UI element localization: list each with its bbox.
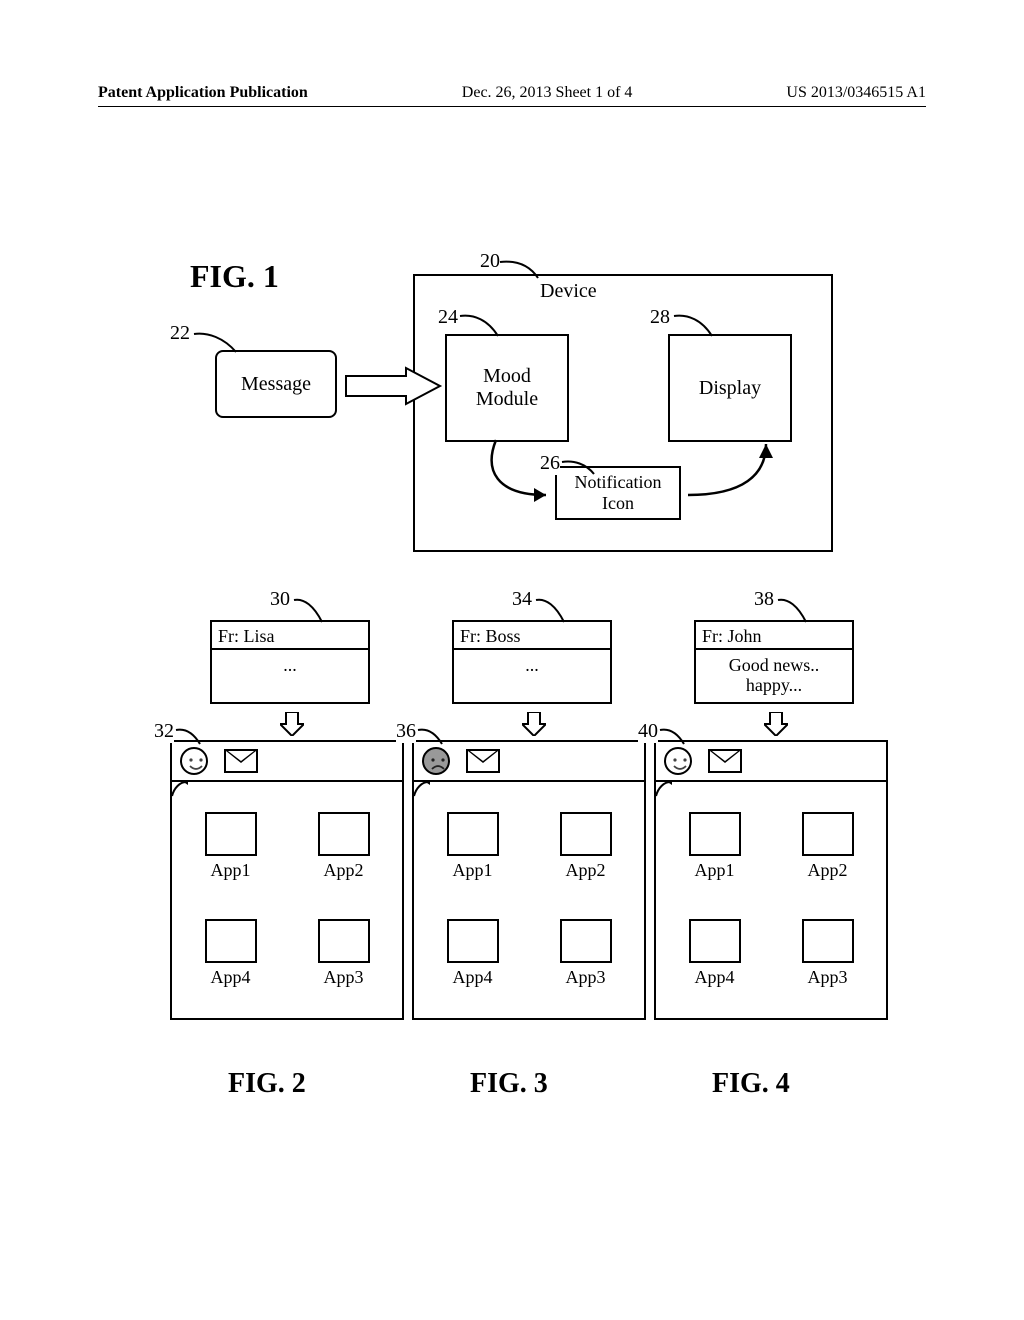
app-label: App4 (695, 967, 735, 987)
app-label: App2 (566, 860, 606, 880)
status-bar (172, 742, 402, 782)
app-label: App1 (211, 860, 251, 880)
app-icon: App2 (549, 812, 622, 911)
fig4-message-from: Fr: John (696, 622, 852, 650)
display-box: Display (668, 334, 792, 442)
ref-36: 36 (396, 720, 416, 743)
mood-module-box: Mood Module (445, 334, 569, 442)
notification-pointer-icon (170, 780, 188, 798)
ref-20: 20 (480, 250, 500, 273)
envelope-icon (466, 749, 500, 773)
fig2-column: Fr: Lisa ... App1 App2 App4 App3 (170, 580, 410, 1040)
message-text: Message (241, 373, 311, 396)
ref-24: 24 (438, 306, 458, 329)
fig4-column: Fr: John Good news.. happy... App1 App2 … (654, 580, 894, 1040)
fig3-device-screen: App1 App2 App4 App3 (412, 740, 646, 1020)
page: Patent Application Publication Dec. 26, … (0, 0, 1024, 1320)
figure-2-title: FIG. 2 (228, 1068, 306, 1100)
ref-38: 38 (754, 588, 774, 611)
fig4-device-screen: App1 App2 App4 App3 (654, 740, 888, 1020)
down-arrow-icon (522, 712, 546, 736)
ref-26: 26 (540, 452, 560, 475)
fig2-message-from: Fr: Lisa (212, 622, 368, 650)
fig3-column: Fr: Boss ... App1 App2 App4 App3 (412, 580, 652, 1040)
app-icon: App3 (549, 919, 622, 1018)
page-header: Patent Application Publication Dec. 26, … (98, 84, 926, 102)
app-label: App2 (324, 860, 364, 880)
fig2-message-body: ... (212, 650, 368, 682)
ref-34: 34 (512, 588, 532, 611)
app-label: App1 (695, 860, 735, 880)
app-grid: App1 App2 App4 App3 (414, 802, 644, 1018)
down-arrow-icon (280, 712, 304, 736)
envelope-icon (708, 749, 742, 773)
fig4-message-body: Good news.. happy... (696, 650, 852, 702)
ref-30: 30 (270, 588, 290, 611)
app-label: App2 (808, 860, 848, 880)
fig4-message-card: Fr: John Good news.. happy... (694, 620, 854, 704)
sad-face-icon (422, 747, 450, 775)
header-pubno: US 2013/0346515 A1 (786, 84, 926, 102)
envelope-icon (224, 749, 258, 773)
app-icon: App1 (678, 812, 751, 911)
app-label: App3 (324, 967, 364, 987)
fig3-message-card: Fr: Boss ... (452, 620, 612, 704)
status-bar (656, 742, 886, 782)
figure-4-title: FIG. 4 (712, 1068, 790, 1100)
app-icon: App1 (194, 812, 267, 911)
fig2-message-card: Fr: Lisa ... (210, 620, 370, 704)
figure-1-title: FIG. 1 (190, 258, 279, 295)
header-rule (98, 106, 926, 107)
notification-pointer-icon (412, 780, 430, 798)
ref-28: 28 (650, 306, 670, 329)
app-icon: App1 (436, 812, 509, 911)
app-grid: App1 App2 App4 App3 (172, 802, 402, 1018)
app-label: App4 (211, 967, 251, 987)
app-icon: App2 (791, 812, 864, 911)
header-title: Patent Application Publication (98, 84, 308, 102)
figure-3-title: FIG. 3 (470, 1068, 548, 1100)
app-icon: App3 (791, 919, 864, 1018)
ref-32: 32 (154, 720, 174, 743)
notification-pointer-icon (654, 780, 672, 798)
fig3-message-body: ... (454, 650, 610, 682)
app-icon: App2 (307, 812, 380, 911)
app-icon: App4 (436, 919, 509, 1018)
status-bar (414, 742, 644, 782)
notification-icon-box: Notification Icon (555, 466, 681, 520)
app-icon: App4 (678, 919, 751, 1018)
ref-22: 22 (170, 322, 190, 345)
mood-module-text: Mood Module (476, 365, 538, 411)
notification-icon-text: Notification Icon (575, 472, 662, 514)
happy-face-icon (180, 747, 208, 775)
device-label: Device (540, 280, 597, 303)
app-label: App1 (453, 860, 493, 880)
ref-40: 40 (638, 720, 658, 743)
display-text: Display (699, 377, 761, 400)
happy-face-icon (664, 747, 692, 775)
fig2-device-screen: App1 App2 App4 App3 (170, 740, 404, 1020)
message-box: Message (215, 350, 337, 418)
fig3-message-from: Fr: Boss (454, 622, 610, 650)
down-arrow-icon (764, 712, 788, 736)
app-label: App3 (808, 967, 848, 987)
app-label: App4 (453, 967, 493, 987)
header-center: Dec. 26, 2013 Sheet 1 of 4 (462, 84, 633, 102)
app-icon: App4 (194, 919, 267, 1018)
app-grid: App1 App2 App4 App3 (656, 802, 886, 1018)
app-label: App3 (566, 967, 606, 987)
app-icon: App3 (307, 919, 380, 1018)
